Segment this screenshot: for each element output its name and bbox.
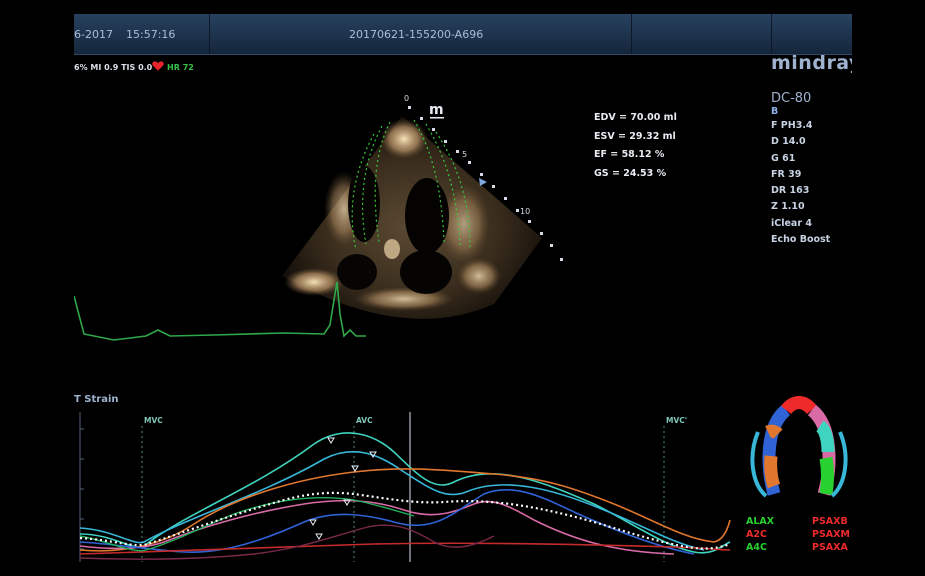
legend-psaxa: PSAXA: [812, 542, 848, 553]
legend-alax: ALAX: [746, 516, 775, 527]
legend-a2c: A2C: [746, 529, 767, 540]
strain-curve-segment: [79, 496, 415, 552]
strain-curves-plot: [79, 412, 731, 562]
ultrasound-screen: 6-2017 15:57:16 20170621-155200-A696 6% …: [74, 14, 852, 562]
legend-psaxm: PSAXM: [812, 529, 850, 540]
average-strain-curve: [79, 491, 731, 550]
legend-a4c: A4C: [746, 542, 767, 553]
strain-curve-segment: [79, 432, 731, 554]
legend-psaxb: PSAXB: [812, 516, 848, 527]
segment-map: [750, 396, 848, 498]
strain-curve-segment: [79, 499, 675, 555]
strain-curve-segment: [79, 542, 731, 555]
